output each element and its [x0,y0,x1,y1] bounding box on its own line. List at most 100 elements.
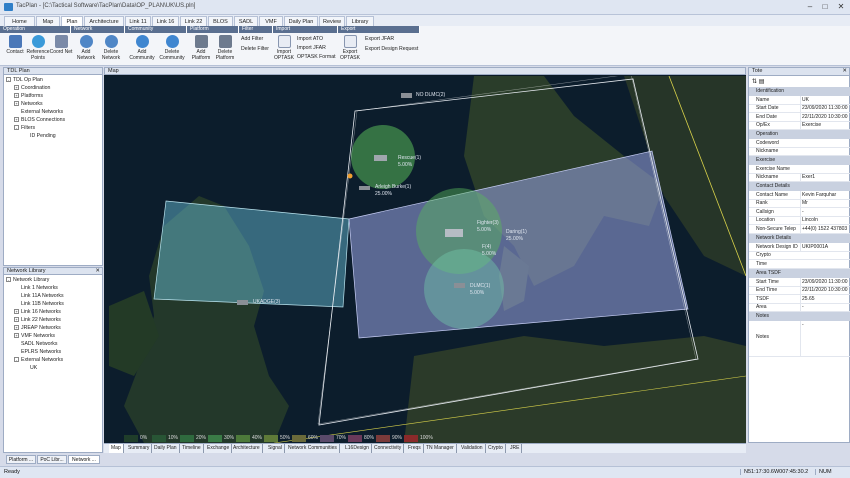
tab-home[interactable]: Home [4,16,35,26]
tree-item[interactable]: Link 11B Networks [21,301,64,307]
tree-item[interactable]: + Platforms [14,93,43,99]
tab-network-library[interactable]: Network ... [68,455,100,464]
land-continent [404,336,746,443]
label-arleigh: Arleigh Burke(1) [375,184,412,190]
view-tab[interactable]: Exchange [205,444,233,453]
coverage-legend: 0% 10% 20% 30% 40% 50% 60% 70% 80% 90% 1… [104,434,504,443]
tab-poc-library[interactable]: PoC Libr... [37,455,67,464]
marker-icon[interactable] [347,173,353,179]
add-network-button[interactable]: Add Network [74,35,98,61]
tab-link22[interactable]: Link 22 [180,16,207,26]
view-tab[interactable]: Freqs [406,444,424,453]
add-platform-button[interactable]: Add Platform [189,35,213,61]
contact-button[interactable]: Contact [3,35,27,55]
area-ukadge[interactable] [153,200,350,308]
window-title: TacPlan - [C:\Tactical Software\TacPlan\… [16,3,196,9]
tree-item[interactable]: + Link 16 Networks [14,309,61,315]
close-icon[interactable]: ✕ [836,2,846,12]
platform-fighter-icon[interactable] [445,229,463,237]
view-tab[interactable]: TN Manager [424,444,457,453]
tote-section[interactable]: Notes [749,312,850,321]
view-tab[interactable]: Architecture [231,444,263,453]
tote-section[interactable]: Identification [749,87,850,96]
view-tab[interactable]: Daily Plan [152,444,180,453]
import-jfar-button[interactable]: Import JFAR [297,45,326,51]
view-tab[interactable]: Map [109,444,124,453]
tree-item[interactable]: - TDL Op Plan [6,77,43,83]
import-ato-button[interactable]: Import ATO [297,36,323,42]
tab-blos[interactable]: BLOS [208,16,233,26]
tree-item[interactable]: ID Pending [30,133,56,139]
platform-arleigh-icon[interactable] [359,186,370,190]
tree-item[interactable]: Link 1 Networks [21,285,58,291]
platform-rescue-icon[interactable] [374,155,387,161]
tab-link11[interactable]: Link 11 [125,16,151,26]
minimize-icon[interactable]: – [805,2,815,12]
close-icon[interactable]: ✕ [842,68,847,75]
delete-network-button[interactable]: Delete Network [99,35,123,61]
tote-section[interactable]: Exercise [749,156,850,165]
platform-no-dlmc-icon[interactable] [401,93,412,98]
platform-dlmc-icon[interactable] [454,283,465,288]
tree-item[interactable]: EPLRS Networks [21,349,61,355]
coverage-dlmc[interactable] [424,249,504,329]
map-canvas[interactable] [104,76,746,443]
map-view[interactable]: Map NO DLMC(2) Rescue(1) 5.00% Arleigh B… [104,67,746,443]
delete-filter-button[interactable]: Delete Filter [241,46,269,52]
tree-item[interactable]: - Filters [14,125,35,131]
tab-link16[interactable]: Link 16 [152,16,179,26]
tree-item[interactable]: SADL Networks [21,341,57,347]
delete-platform-button[interactable]: Delete Platform [213,35,237,61]
tree-item[interactable]: - External Networks [14,357,63,363]
label-no-dlmc: NO DLMC(2) [416,92,446,98]
tab-daily-plan[interactable]: Daily Plan [284,16,318,26]
tab-review[interactable]: Review [319,16,345,26]
view-tab[interactable]: Crypto [486,444,506,453]
tab-sadl[interactable]: SADL [234,16,258,26]
view-tab[interactable]: L16Design [343,444,372,453]
tote-section[interactable]: Contact Details [749,182,850,191]
tree-item[interactable]: Link 11A Networks [21,293,64,299]
view-tab[interactable]: JRE [508,444,523,453]
export-jfar-button[interactable]: Export JFAR [365,36,394,42]
maximize-icon[interactable]: □ [820,2,830,12]
tree-item[interactable]: + BLOS Connections [14,117,65,123]
tree-item[interactable]: + Link 22 Networks [14,317,61,323]
reference-points-button[interactable]: Reference Points [26,35,50,61]
platform-ukadge-icon[interactable] [237,300,248,305]
view-tab[interactable]: Network Communities [286,444,340,453]
view-tab[interactable]: Connectivity [372,444,405,453]
import-optask-button[interactable]: Import OPTASK [274,35,294,61]
label-dlmc-pct: 5.00% [470,290,485,296]
tree-item[interactable]: + JREAP Networks [14,325,61,331]
tree-item[interactable]: - Network Library [6,277,49,283]
tree-item[interactable]: UK [30,365,37,371]
delete-community-button[interactable]: Delete Community [157,35,187,61]
close-icon[interactable]: ✕ [95,268,100,275]
view-tab[interactable]: Signal [266,444,285,453]
tree-item[interactable]: External Networks [21,109,63,115]
optask-format-button[interactable]: OPTASK Format [297,54,336,60]
add-filter-button[interactable]: Add Filter [241,36,263,42]
view-tab[interactable]: Validation [459,444,486,453]
export-design-request-button[interactable]: Export Design Request [365,46,418,52]
legend-label: 100% [420,435,433,441]
view-tab[interactable]: Timeline [180,444,204,453]
add-community-button[interactable]: Add Community [128,35,156,61]
tab-map[interactable]: Map [36,16,60,26]
tab-plan[interactable]: Plan [61,16,83,26]
export-optask-button[interactable]: Export OPTASK [339,35,361,61]
tab-library[interactable]: Library [346,16,374,26]
tree-item[interactable]: + Coordination [14,85,50,91]
tote-section[interactable]: Operation [749,130,850,139]
view-tab[interactable]: Summary [126,444,153,453]
tote-section[interactable]: Network Details [749,234,850,243]
sort-icon[interactable]: ⇅ ▤ [752,78,764,85]
coord-net-button[interactable]: Coord Net [49,35,73,55]
tab-platform[interactable]: Platform ... [6,455,36,464]
tree-item[interactable]: + Networks [14,101,43,107]
tote-section[interactable]: Area TSDF [749,269,850,278]
tab-architecture[interactable]: Architecture [84,16,124,26]
tree-item[interactable]: + VMF Networks [14,333,55,339]
tab-vmf[interactable]: VMF [259,16,283,26]
